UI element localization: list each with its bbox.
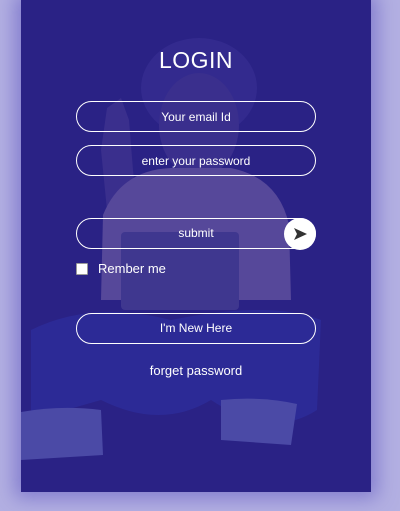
email-input[interactable] — [76, 101, 316, 132]
new-here-button[interactable]: I'm New Here — [76, 313, 316, 344]
remember-me: Rember me — [76, 261, 166, 276]
remember-me-label: Rember me — [98, 261, 166, 276]
submit-button[interactable]: submit — [76, 218, 316, 249]
remember-me-checkbox[interactable] — [76, 262, 88, 275]
forget-password-link[interactable]: forget password — [21, 363, 371, 378]
login-card: LOGIN submit Rember me I'm New Here forg… — [21, 0, 371, 492]
page-title: LOGIN — [158, 47, 234, 73]
password-input[interactable] — [76, 145, 316, 176]
send-arrow-icon[interactable] — [284, 218, 316, 250]
